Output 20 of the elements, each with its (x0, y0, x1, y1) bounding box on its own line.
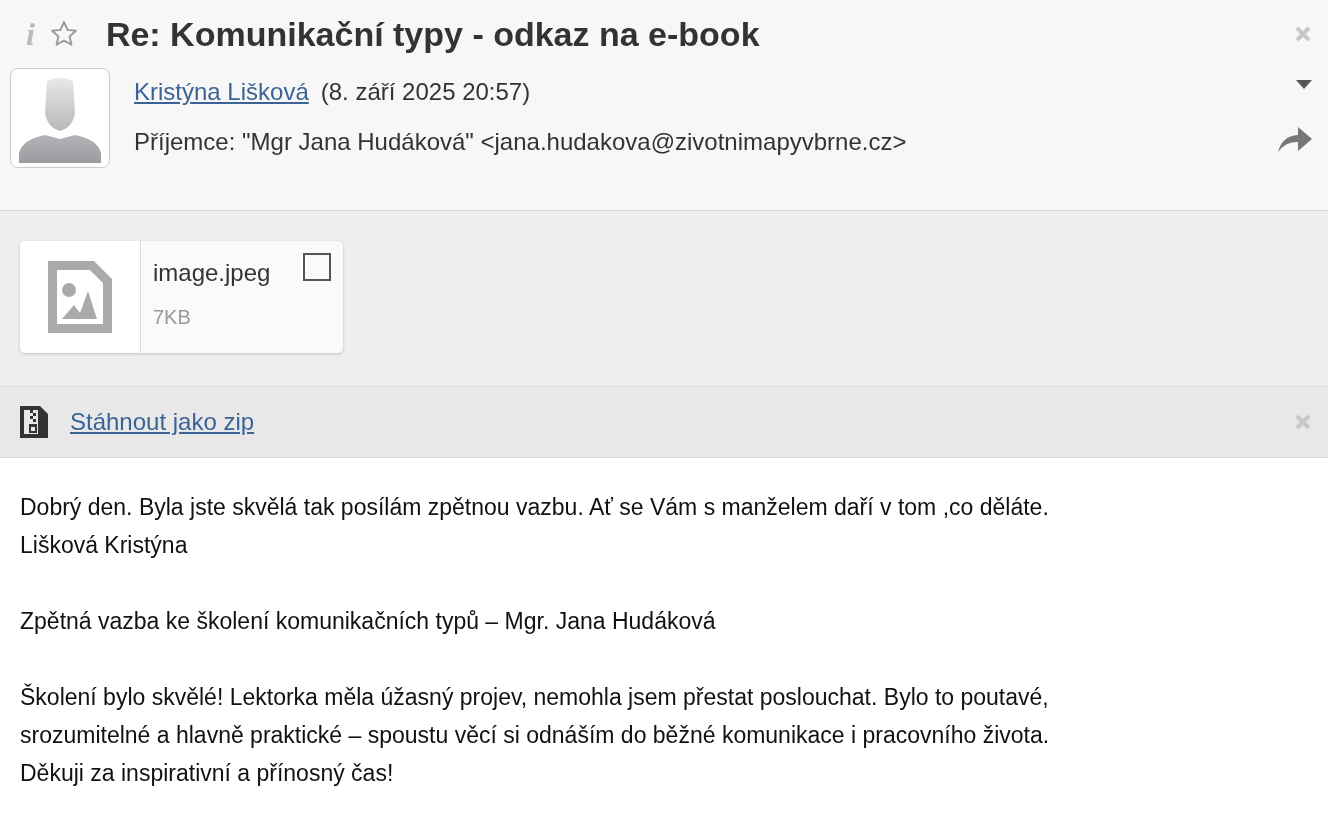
message-text: Lišková Kristýna (20, 531, 189, 560)
attachment-name: image.jpeg (153, 261, 271, 285)
message-text: Školení bylo skvělé! Lektorka měla úžasný projev, nemohla jsem přestat poslouchat. Bylo to poutavé, (20, 682, 1050, 712)
zip-file-icon (20, 406, 48, 438)
sender-link[interactable]: Kristýna Lišková (134, 80, 309, 104)
dropdown-caret-icon[interactable] (1296, 80, 1312, 90)
attachment-size: 7KB (153, 307, 192, 327)
image-file-icon (48, 261, 112, 333)
message-text: Děkuji za inspirativní a přínosný čas! (20, 759, 395, 788)
download-zip-link[interactable]: Stáhnout jako zip (70, 404, 255, 440)
attachment-checkbox[interactable] (303, 253, 331, 281)
message-text: Zpětná vazba ke školení komunikačních typů – Mgr. Jana Hudáková (20, 607, 717, 636)
message-text: Dobrý den. Byla jste skvělá tak posílám zpětnou vazbu. Ať se Vám s manželem daří v tom ,co děláte. (20, 493, 1050, 522)
email-subject: Re: Komunikační typy - odkaz na e-book (105, 17, 760, 51)
message-text: srozumitelné a hlavně praktické – spoustu věcí si odnáším do běžné komunikace i pracovního života. (20, 721, 1051, 750)
forward-icon[interactable] (1278, 126, 1312, 152)
recipient-line: Příjemce: "Mgr Jana Hudáková" <jana.hudakova@zivotnimapyvbrne.cz> (134, 130, 907, 154)
attachment-card[interactable]: image.jpeg 7KB (20, 241, 343, 353)
sent-date: (8. září 2025 20:57) (320, 80, 531, 104)
star-icon[interactable] (48, 19, 79, 49)
